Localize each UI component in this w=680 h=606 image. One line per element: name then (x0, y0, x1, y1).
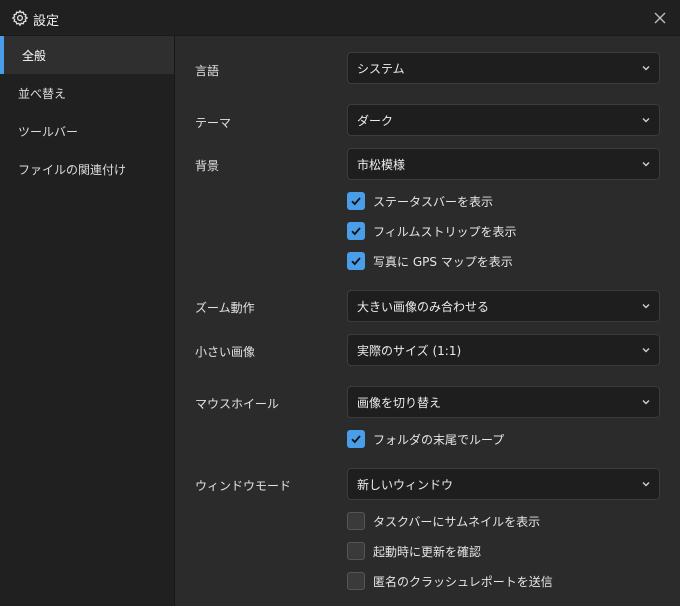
zoom-behavior-select[interactable]: 大きい画像のみ合わせる (347, 290, 660, 322)
small-image-value: 実際のサイズ (1:1) (357, 343, 462, 358)
checkbox-label: 匿名のクラッシュレポートを送信 (373, 574, 553, 589)
settings-window: 設定 全般 並べ替え ツールバー ファイルの関連付け 言語 システム テーマ ダ… (0, 0, 680, 606)
checkbox-label: 起動時に更新を確認 (373, 544, 482, 559)
chevron-down-icon (642, 400, 650, 405)
checkbox-checked (347, 252, 365, 270)
language-value: システム (357, 61, 405, 76)
sidebar-item-file-associations[interactable]: ファイルの関連付け (0, 150, 174, 188)
show-gps-map-checkbox[interactable]: 写真に GPS マップを表示 (347, 251, 513, 271)
sidebar-item-toolbar[interactable]: ツールバー (0, 112, 174, 150)
settings-panel: 言語 システム テーマ ダーク 背景 市松模様 ステータスバーを表示 フィルムス… (175, 36, 680, 606)
background-label: 背景 (195, 159, 220, 173)
checkbox-unchecked (347, 572, 365, 590)
loop-folder-checkbox[interactable]: フォルダの末尾でループ (347, 429, 504, 449)
sidebar-item-label: ツールバー (18, 124, 79, 139)
checkbox-unchecked (347, 542, 365, 560)
small-image-label: 小さい画像 (195, 345, 256, 359)
taskbar-thumbnail-checkbox[interactable]: タスクバーにサムネイルを表示 (347, 511, 540, 531)
theme-select[interactable]: ダーク (347, 104, 660, 136)
checkbox-checked (347, 192, 365, 210)
checkbox-label: 写真に GPS マップを表示 (373, 254, 513, 269)
show-statusbar-checkbox[interactable]: ステータスバーを表示 (347, 191, 493, 211)
chevron-down-icon (642, 118, 650, 123)
background-value: 市松模様 (357, 157, 406, 172)
sidebar-item-label: 全般 (22, 48, 47, 63)
mouse-wheel-label: マウスホイール (195, 397, 280, 411)
language-label: 言語 (195, 64, 220, 78)
mouse-wheel-value: 画像を切り替え (357, 395, 442, 410)
sidebar-item-sorting[interactable]: 並べ替え (0, 74, 174, 112)
show-filmstrip-checkbox[interactable]: フィルムストリップを表示 (347, 221, 517, 241)
chevron-down-icon (642, 482, 650, 487)
background-select[interactable]: 市松模様 (347, 148, 660, 180)
checkmark-icon (351, 197, 361, 206)
mouse-wheel-select[interactable]: 画像を切り替え (347, 386, 660, 418)
checkbox-checked (347, 222, 365, 240)
window-mode-label: ウィンドウモード (195, 479, 292, 493)
checkbox-checked (347, 430, 365, 448)
gear-icon (11, 9, 29, 27)
check-updates-checkbox[interactable]: 起動時に更新を確認 (347, 541, 481, 561)
checkbox-label: フォルダの末尾でループ (373, 432, 505, 447)
checkbox-label: ステータスバーを表示 (373, 194, 494, 209)
close-button[interactable] (650, 8, 670, 28)
sidebar-item-label: 並べ替え (18, 86, 67, 101)
checkbox-unchecked (347, 512, 365, 530)
checkbox-label: フィルムストリップを表示 (373, 224, 517, 239)
checkmark-icon (351, 227, 361, 236)
chevron-down-icon (642, 304, 650, 309)
checkbox-label: タスクバーにサムネイルを表示 (373, 514, 541, 529)
zoom-behavior-value: 大きい画像のみ合わせる (357, 299, 490, 314)
zoom-behavior-label: ズーム動作 (195, 301, 255, 315)
crash-reports-checkbox[interactable]: 匿名のクラッシュレポートを送信 (347, 571, 553, 591)
window-mode-select[interactable]: 新しいウィンドウ (347, 468, 660, 500)
window-mode-value: 新しいウィンドウ (357, 477, 454, 492)
sidebar: 全般 並べ替え ツールバー ファイルの関連付け (0, 36, 175, 606)
chevron-down-icon (642, 162, 650, 167)
chevron-down-icon (642, 66, 650, 71)
close-icon (654, 12, 666, 24)
theme-label: テーマ (195, 116, 232, 130)
theme-value: ダーク (357, 113, 394, 128)
chevron-down-icon (642, 348, 650, 353)
language-select[interactable]: システム (347, 52, 660, 84)
sidebar-item-label: ファイルの関連付け (18, 162, 127, 177)
title-bar: 設定 (0, 0, 680, 36)
window-title: 設定 (33, 14, 60, 29)
sidebar-item-general[interactable]: 全般 (0, 36, 174, 74)
checkmark-icon (351, 435, 361, 444)
checkmark-icon (351, 257, 361, 266)
small-image-select[interactable]: 実際のサイズ (1:1) (347, 334, 660, 366)
